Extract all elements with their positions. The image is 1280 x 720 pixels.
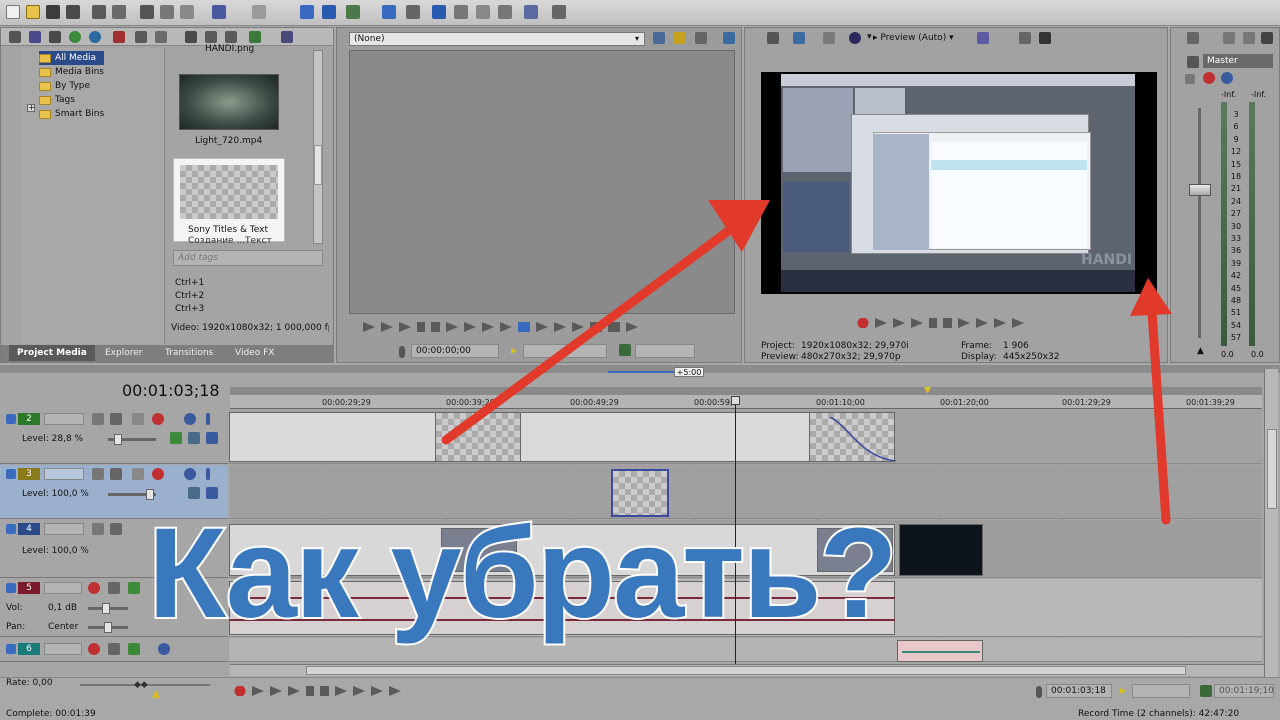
arrow-to-preview [441,200,770,445]
overlay-headline: Как убрать? [146,502,900,645]
arrow-to-mixer [1130,278,1172,525]
